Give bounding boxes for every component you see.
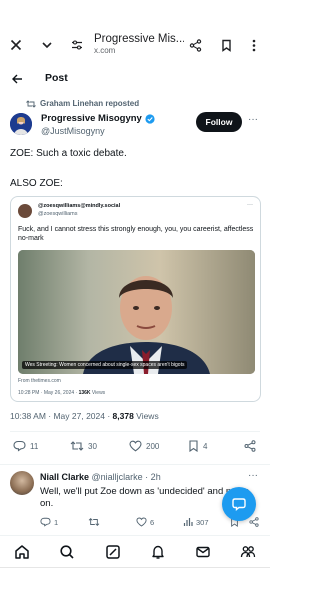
divider — [0, 464, 270, 465]
quoted-post-text: Fuck, and I cannot stress this strongly … — [18, 226, 254, 242]
repost-icon — [70, 440, 84, 452]
analytics-icon — [183, 517, 193, 527]
more-options-icon[interactable]: ··· — [248, 114, 258, 125]
share-icon — [244, 440, 256, 452]
like-button[interactable]: 200 — [129, 440, 159, 452]
quoted-post-timestamp: 10:28 PM · May 26, 2024 · — [18, 390, 79, 396]
post-timestamp: 10:38 AM · May 27, 2024 · 8,378 Views — [10, 411, 159, 421]
heart-icon — [129, 440, 142, 452]
more-vertical-icon[interactable] — [245, 36, 263, 54]
url-host: x.com — [94, 46, 116, 55]
post-actions: 11 30 200 4 — [0, 440, 270, 458]
chat-bubble-icon — [232, 497, 246, 511]
repost-indicator: Graham Linehan reposted — [26, 99, 139, 108]
like-count: 200 — [146, 441, 160, 451]
bookmark-count: 4 — [203, 441, 208, 451]
avatar[interactable] — [10, 113, 32, 135]
reply-author[interactable]: Niall Clarke @nialljclarke · 2h — [40, 472, 161, 482]
grok-icon[interactable] — [105, 544, 121, 560]
views-count: 8,378 — [112, 411, 134, 421]
site-settings-icon[interactable] — [68, 36, 86, 54]
share-button[interactable] — [249, 517, 259, 527]
quoted-post-meta: 10:28 PM · May 26, 2024 · 136K Views — [18, 390, 105, 396]
views-label: Views — [133, 411, 159, 421]
repost-icon — [26, 99, 36, 108]
home-icon[interactable] — [14, 544, 30, 560]
views-button[interactable]: 307 — [183, 517, 209, 527]
reply-author-meta: @nialljclarke · 2h — [89, 472, 161, 482]
reply-actions: 1 6 307 — [0, 517, 270, 531]
view-count: 307 — [196, 517, 209, 527]
compose-reply-button[interactable] — [222, 487, 256, 521]
verified-badge-icon — [145, 113, 155, 124]
post-text-line: ALSO ZOE: — [10, 178, 63, 189]
bookmark-button[interactable]: 4 — [188, 440, 207, 452]
quoted-author-handle: @zoesqwilliams — [38, 211, 78, 217]
reply-icon — [13, 440, 26, 452]
bookmark-icon — [188, 440, 199, 452]
quoted-post-views-label: Views — [90, 390, 106, 396]
link-source[interactable]: From thetimes.com — [18, 378, 61, 384]
notifications-bell-icon[interactable] — [150, 544, 166, 560]
like-count: 6 — [150, 517, 155, 527]
avatar — [18, 204, 32, 218]
share-icon — [249, 517, 259, 527]
reply-count: 11 — [30, 441, 39, 451]
search-icon[interactable] — [59, 544, 75, 560]
page-heading: Post — [45, 72, 68, 84]
bookmark-icon[interactable] — [217, 36, 235, 54]
system-nav-area — [0, 567, 270, 600]
author-name-row[interactable]: Progressive Misogyny — [41, 113, 155, 124]
avatar[interactable] — [10, 471, 34, 495]
repost-text: Graham Linehan reposted — [40, 99, 140, 108]
bottom-nav — [0, 535, 270, 566]
more-options-icon[interactable]: ··· — [247, 202, 253, 208]
repost-count: 30 — [88, 441, 97, 451]
follow-button[interactable]: Follow — [196, 112, 242, 132]
chevron-down-icon[interactable] — [38, 36, 56, 54]
reply-button[interactable]: 1 — [40, 517, 58, 527]
share-button[interactable] — [244, 440, 256, 452]
page-title: Progressive Mis... — [94, 33, 184, 45]
more-options-icon[interactable]: ··· — [248, 470, 258, 481]
quoted-post[interactable]: @zoesqwilliams@mindly.social @zoesqwilli… — [10, 196, 261, 402]
divider — [10, 431, 260, 432]
share-icon[interactable] — [186, 36, 204, 54]
author-name: Progressive Misogyny — [41, 113, 142, 124]
person-photo — [18, 250, 255, 374]
quoted-post-views-count: 136K — [78, 390, 91, 396]
repost-button[interactable] — [88, 517, 103, 527]
reply-button[interactable]: 11 — [13, 440, 38, 452]
close-icon[interactable] — [7, 36, 25, 54]
post-text-line: ZOE: Such a toxic debate. — [10, 148, 127, 159]
repost-button[interactable]: 30 — [70, 440, 97, 452]
timestamp-text: 10:38 AM · May 27, 2024 · — [10, 411, 113, 421]
link-preview-image[interactable]: Wes Streeting: Women concerned about sin… — [18, 250, 255, 374]
repost-icon — [88, 517, 100, 527]
communities-icon[interactable] — [240, 544, 256, 560]
author-handle[interactable]: @JustMisogyny — [41, 126, 105, 136]
quoted-author-name: @zoesqwilliams@mindly.social — [38, 203, 121, 209]
heart-icon — [136, 517, 147, 527]
back-arrow-icon[interactable] — [8, 70, 26, 88]
reply-icon — [40, 517, 51, 527]
reply-author-name: Niall Clarke — [40, 472, 90, 482]
image-caption: Wes Streeting: Women concerned about sin… — [22, 361, 188, 369]
messages-envelope-icon[interactable] — [195, 544, 211, 560]
reply-count: 1 — [54, 517, 59, 527]
like-button[interactable]: 6 — [136, 517, 154, 527]
url-bar[interactable]: Progressive Mis... x.com — [94, 33, 184, 55]
